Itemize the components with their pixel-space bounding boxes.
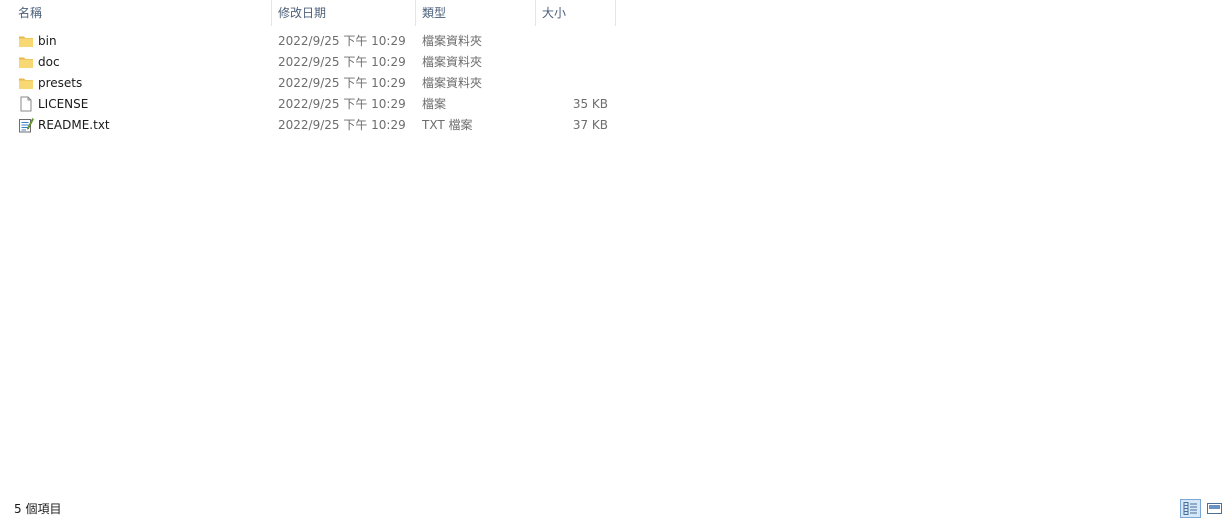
column-header-type[interactable]: 類型 [416, 0, 536, 26]
column-header-name[interactable]: ⌃ 名稱 [0, 0, 272, 26]
file-name: doc [38, 55, 60, 69]
file-name: presets [38, 76, 83, 90]
file-type: 檔案 [422, 97, 447, 111]
column-header-date[interactable]: 修改日期 [272, 0, 416, 26]
file-name: bin [38, 34, 57, 48]
file-modified: 2022/9/25 下午 10:29 [278, 97, 406, 111]
file-modified: 2022/9/25 下午 10:29 [278, 34, 406, 48]
file-modified: 2022/9/25 下午 10:29 [278, 118, 406, 132]
file-name: README.txt [38, 118, 110, 132]
file-size [536, 73, 608, 94]
details-view-button[interactable] [1180, 499, 1201, 518]
file-row-presets[interactable]: presets 2022/9/25 下午 10:29 檔案資料夾 [0, 73, 616, 94]
folder-icon [19, 57, 33, 68]
column-header-date-label: 修改日期 [278, 6, 327, 20]
large-icons-view-button[interactable] [1204, 499, 1225, 518]
file-explorer-pane: ⌃ 名稱 修改日期 類型 大小 bin 2022/9/25 下午 10:29 檔… [0, 0, 1227, 521]
status-item-count: 5 個項目 [14, 502, 62, 516]
file-type: TXT 檔案 [422, 118, 473, 132]
large-icons-view-icon [1207, 503, 1222, 514]
column-header-size-label: 大小 [542, 6, 567, 20]
column-header-name-label: 名稱 [18, 6, 43, 20]
file-icon [20, 96, 32, 112]
file-modified: 2022/9/25 下午 10:29 [278, 55, 406, 69]
file-row-bin[interactable]: bin 2022/9/25 下午 10:29 檔案資料夾 [0, 31, 616, 52]
text-file-icon [19, 118, 34, 133]
folder-icon [19, 36, 33, 47]
file-type: 檔案資料夾 [422, 55, 483, 69]
file-type: 檔案資料夾 [422, 34, 483, 48]
details-view-icon [1183, 502, 1197, 515]
file-row-doc[interactable]: doc 2022/9/25 下午 10:29 檔案資料夾 [0, 52, 616, 73]
column-header-bar: ⌃ 名稱 修改日期 類型 大小 [0, 0, 616, 26]
file-row-readme[interactable]: README.txt 2022/9/25 下午 10:29 TXT 檔案 37 … [0, 115, 616, 136]
file-list: bin 2022/9/25 下午 10:29 檔案資料夾 doc 2022/9/… [0, 31, 616, 136]
file-size [536, 31, 608, 52]
file-size: 35 KB [572, 97, 608, 111]
file-modified: 2022/9/25 下午 10:29 [278, 76, 406, 90]
folder-icon [19, 78, 33, 89]
file-name: LICENSE [38, 97, 89, 111]
column-header-type-label: 類型 [422, 6, 447, 20]
file-row-license[interactable]: LICENSE 2022/9/25 下午 10:29 檔案 35 KB [0, 94, 616, 115]
sort-ascending-icon: ⌃ [136, 0, 145, 8]
file-size: 37 KB [572, 118, 608, 132]
file-type: 檔案資料夾 [422, 76, 483, 90]
file-size [536, 52, 608, 73]
column-header-size[interactable]: 大小 [536, 0, 616, 26]
